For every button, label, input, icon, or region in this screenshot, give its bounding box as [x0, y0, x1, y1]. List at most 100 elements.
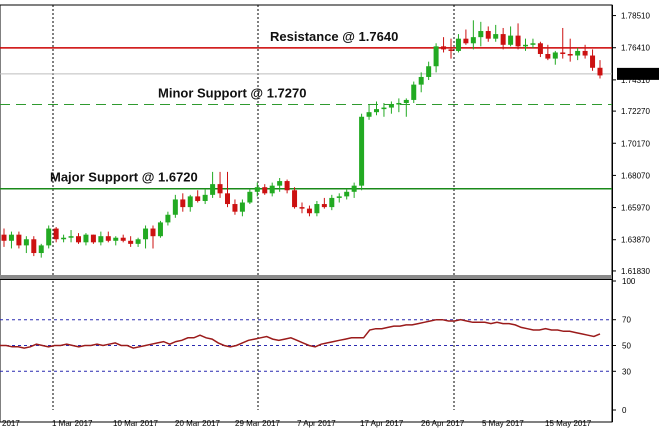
osc-line	[0, 318, 601, 349]
level-label-1: Minor Support @ 1.7270	[158, 86, 306, 101]
candle-body	[105, 236, 111, 241]
candle-body	[426, 66, 432, 77]
candle-body	[448, 49, 454, 51]
candle-body	[135, 239, 141, 244]
candle-body	[366, 112, 372, 117]
candle-body	[23, 239, 29, 246]
x-tick-label: 15 May 2017	[545, 419, 592, 428]
x-tick-label: 1 Mar 2017	[52, 419, 93, 428]
candle-body	[374, 109, 379, 113]
candle-body	[165, 214, 171, 223]
osc-tick-label: 100	[622, 277, 636, 286]
candle-body	[150, 228, 156, 237]
candle-body	[418, 76, 424, 85]
candle-body	[359, 116, 365, 186]
candle-body	[113, 237, 119, 241]
candle-body	[433, 46, 439, 67]
candle-body	[195, 196, 201, 201]
price-tick-label: 1.78510	[621, 12, 650, 21]
price-tick-label: 1.65970	[621, 204, 650, 213]
candle-body	[411, 84, 417, 100]
candle-body	[128, 240, 134, 244]
candle-body	[590, 55, 596, 68]
candle-body	[597, 67, 603, 76]
candle-body	[38, 245, 44, 254]
candle-body	[202, 194, 208, 201]
price-tick-label: 1.70170	[621, 139, 650, 148]
price-tick-label: 1.72270	[621, 107, 650, 116]
x-tick-label: Feb 2017	[0, 419, 20, 428]
candle-body	[493, 34, 499, 39]
chart-svg: 1.785101.764101.743101.722701.701701.680…	[0, 4, 659, 428]
x-tick-label: 20 Mar 2017	[175, 419, 220, 428]
level-label-2: Major Support @ 1.6720	[50, 170, 198, 185]
candle-body	[381, 107, 387, 110]
x-tick-label: 29 Mar 2017	[235, 419, 280, 428]
candle-body	[582, 50, 588, 56]
candle-body	[530, 43, 536, 45]
candle-body	[53, 228, 59, 240]
candle-body	[560, 52, 566, 54]
candle-body	[455, 38, 461, 51]
candle-body	[314, 204, 320, 214]
candle-body	[269, 185, 275, 194]
candle-body	[61, 237, 67, 240]
candle-body	[463, 38, 469, 44]
price-tick-label: 1.63870	[621, 236, 650, 245]
candle-body	[232, 204, 238, 212]
candle-body	[90, 234, 96, 243]
osc-tick-label: 70	[622, 316, 631, 325]
candle-body	[567, 53, 573, 56]
osc-tick-label: 50	[622, 342, 631, 351]
candle-body	[83, 234, 89, 243]
candle-body	[247, 191, 253, 203]
price-tick-label: 1.61830	[621, 267, 650, 276]
candle-body	[515, 35, 521, 47]
candle-body	[485, 31, 491, 39]
x-tick-label: 17 Apr 2017	[360, 419, 404, 428]
chart-frame	[0, 4, 613, 423]
candle-body	[470, 37, 476, 44]
x-tick-label: 10 Mar 2017	[113, 419, 158, 428]
candle-body	[351, 185, 357, 192]
candle-body	[98, 236, 104, 243]
candle-body	[120, 237, 126, 241]
x-tick-label: 7 Apr 2017	[297, 419, 336, 428]
candle-body	[143, 228, 149, 240]
candle-body	[239, 202, 245, 212]
price-tick-label: 1.76410	[621, 44, 650, 53]
x-tick-label: 5 May 2017	[482, 419, 524, 428]
candle-body	[396, 102, 402, 105]
candle-body	[225, 193, 230, 205]
candle-body	[545, 53, 551, 59]
price-tick-label: 1.68070	[621, 171, 650, 180]
candle-body	[403, 99, 409, 103]
candle-body	[172, 199, 178, 215]
forex-chart: 1.78510 1.76410 1.74310 1.72270 1.70170 1.680…	[0, 0, 660, 434]
candle-body	[16, 234, 22, 246]
candle-body	[254, 187, 260, 192]
candle-body	[262, 187, 268, 194]
candle-body	[575, 50, 581, 56]
candle-body	[299, 207, 305, 209]
candle-body	[210, 184, 216, 195]
candle-body	[552, 52, 558, 59]
candle-body	[478, 31, 484, 38]
candle-body	[46, 228, 52, 246]
candle-body	[523, 44, 528, 47]
panel-separator	[0, 275, 612, 279]
candle-body	[344, 191, 350, 197]
osc-tick-label: 30	[622, 367, 631, 376]
candle-body	[284, 181, 290, 191]
candle-body	[1, 234, 7, 241]
candle-body	[180, 199, 186, 208]
candle-body	[292, 190, 298, 208]
candle-body	[508, 35, 514, 45]
candle-body	[321, 204, 327, 208]
candle-body	[217, 184, 223, 194]
candle-body	[500, 34, 506, 45]
candle-body	[537, 43, 543, 54]
candle-body	[31, 239, 37, 254]
candle-body	[306, 208, 312, 214]
candle-body	[157, 222, 163, 237]
